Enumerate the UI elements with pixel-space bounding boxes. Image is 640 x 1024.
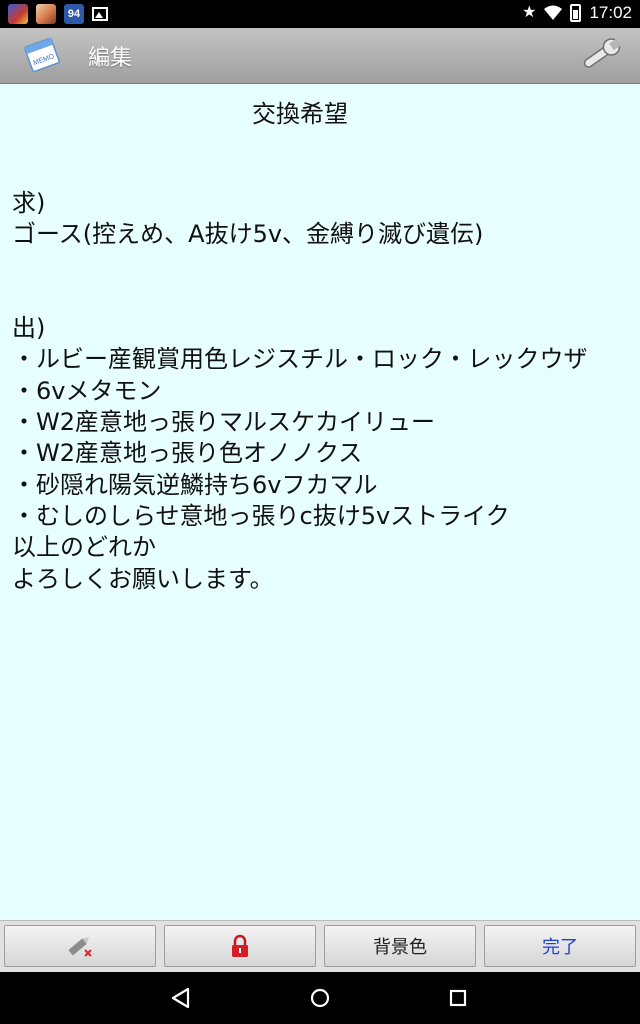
notification-icons: 94 [8, 4, 108, 24]
battery-icon [570, 4, 582, 22]
navigation-bar [0, 972, 640, 1024]
memo-body-text[interactable]: 求) ゴース(控えめ、A抜け5v、金縛り滅び遺伝) 出) ・ルビー産観賞用色レジ… [12, 188, 632, 595]
status-bar: 94 ★ 17:02 [0, 0, 640, 28]
pencil-erase-icon [68, 937, 92, 957]
star-icon: ★ [522, 4, 537, 21]
app-94-icon: 94 [64, 4, 84, 24]
game-app-icon [8, 4, 28, 24]
background-color-label: 背景色 [373, 937, 427, 958]
wifi-icon [544, 5, 563, 20]
done-label: 完了 [542, 937, 578, 958]
lock-icon [232, 934, 248, 957]
done-button[interactable]: 完了 [484, 925, 636, 967]
back-icon[interactable] [168, 984, 196, 1012]
action-bar: MEMO 編集 [0, 28, 640, 84]
erase-button[interactable] [4, 925, 156, 967]
recents-icon[interactable] [444, 984, 472, 1012]
memo-icon: MEMO [24, 37, 60, 73]
background-color-button[interactable]: 背景色 [324, 925, 476, 967]
bottom-toolbar: 背景色 完了 [0, 920, 640, 972]
home-icon[interactable] [306, 984, 334, 1012]
wrench-icon[interactable] [576, 34, 624, 76]
page-title: 編集 [88, 46, 133, 71]
system-status: ★ 17:02 [522, 3, 632, 23]
image-icon [92, 7, 108, 21]
memo-title[interactable]: 交換希望 [0, 94, 600, 129]
character-app-icon [36, 4, 56, 24]
clock: 17:02 [589, 3, 632, 22]
memo-editor[interactable]: 交換希望 求) ゴース(控えめ、A抜け5v、金縛り滅び遺伝) 出) ・ルビー産観… [0, 84, 640, 920]
lock-button[interactable] [164, 925, 316, 967]
